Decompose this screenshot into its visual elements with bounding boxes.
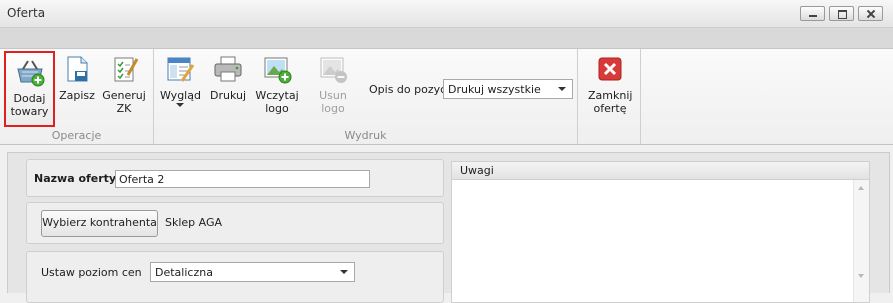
dropdown-arrow-icon bbox=[558, 87, 566, 91]
opis-do-pozycji-label: Opis do pozycji bbox=[369, 83, 453, 96]
generuj-label-2: ZK bbox=[116, 102, 132, 115]
uwagi-textarea[interactable] bbox=[452, 180, 854, 302]
dodaj-label-2: towary bbox=[10, 105, 49, 118]
basket-add-icon bbox=[16, 60, 44, 87]
group-label-wydruk: Wydruk bbox=[344, 129, 387, 142]
image-add-icon bbox=[264, 57, 292, 84]
chevron-down-icon bbox=[176, 103, 184, 107]
wczytaj-logo-button[interactable]: Wczytaj logo bbox=[254, 53, 300, 115]
nazwa-oferty-input[interactable]: Oferta 2 bbox=[115, 170, 370, 188]
ribbon-group-operacje: Dodaj towary Zapisz Generuj ZK Operacje bbox=[0, 49, 154, 144]
kontrahent-panel: Wybierz kontrahenta Sklep AGA bbox=[26, 202, 444, 244]
scroll-up-icon bbox=[858, 186, 864, 190]
poziom-cen-select[interactable]: Detaliczna bbox=[150, 262, 355, 282]
maximize-button[interactable] bbox=[829, 6, 854, 21]
save-icon bbox=[67, 56, 88, 82]
close-window-button[interactable] bbox=[858, 6, 883, 21]
usun-logo-label: Usun logo bbox=[319, 89, 347, 115]
drukuj-button[interactable]: Drukuj bbox=[209, 53, 247, 102]
generuj-label-1: Generuj bbox=[102, 89, 146, 102]
wczytaj-label-2: logo bbox=[265, 102, 289, 115]
nazwa-oferty-label: Nazwa oferty bbox=[34, 172, 117, 185]
drukuj-label: Drukuj bbox=[209, 89, 247, 102]
uwagi-panel: Uwagi bbox=[451, 161, 870, 303]
uwagi-label: Uwagi bbox=[452, 162, 869, 180]
image-remove-icon bbox=[320, 57, 347, 83]
dodaj-towary-button[interactable]: Dodaj towary bbox=[4, 51, 55, 127]
ribbon-group-wydruk: Wygląd Drukuj Wczytaj logo Usun logo Opi… bbox=[154, 49, 578, 144]
minimize-button[interactable] bbox=[800, 6, 825, 21]
ribbon-group-zamknij: Zamknij ofertę bbox=[578, 49, 641, 144]
uwagi-scrollbar[interactable] bbox=[853, 180, 869, 302]
content-area: Nazwa oferty Oferta 2 Wybierz kontrahent… bbox=[7, 152, 890, 303]
scroll-down-icon bbox=[858, 274, 864, 278]
wczytaj-label-1: Wczytaj bbox=[255, 89, 299, 102]
zamknij-label-2: ofertę bbox=[593, 102, 627, 115]
wybierz-kontrahenta-button[interactable]: Wybierz kontrahenta bbox=[41, 210, 158, 237]
poziom-cen-label: Ustaw poziom cen bbox=[41, 266, 142, 279]
ribbon-tab-strip bbox=[0, 28, 893, 49]
wyglad-label: Wygląd bbox=[160, 89, 201, 102]
dropdown-arrow-icon bbox=[340, 270, 348, 274]
generuj-zk-button[interactable]: Generuj ZK bbox=[101, 53, 147, 115]
poziom-cen-value: Detaliczna bbox=[155, 266, 213, 279]
printer-icon bbox=[214, 56, 242, 82]
zapisz-button[interactable]: Zapisz bbox=[58, 53, 96, 102]
window-titlebar: Oferta bbox=[0, 0, 893, 28]
window-title: Oferta bbox=[7, 6, 46, 20]
zamknij-oferte-button[interactable]: Zamknij ofertę bbox=[588, 53, 632, 115]
usun-logo-button[interactable]: Usun logo bbox=[308, 53, 358, 115]
opis-do-pozycji-value: Drukuj wszystkie bbox=[448, 83, 541, 96]
wyglad-button[interactable]: Wygląd bbox=[160, 53, 201, 107]
ribbon: Dodaj towary Zapisz Generuj ZK Operacje bbox=[0, 49, 893, 145]
group-label-operacje: Operacje bbox=[51, 129, 102, 142]
opis-do-pozycji-select[interactable]: Drukuj wszystkie bbox=[443, 79, 573, 99]
dodaj-label-1: Dodaj bbox=[13, 92, 46, 105]
close-red-icon bbox=[598, 57, 622, 81]
zapisz-label: Zapisz bbox=[59, 89, 95, 102]
checklist-icon bbox=[114, 57, 139, 82]
nazwa-oferty-value: Oferta 2 bbox=[119, 173, 165, 186]
nazwa-oferty-panel: Nazwa oferty Oferta 2 bbox=[26, 159, 444, 197]
kontrahent-value: Sklep AGA bbox=[165, 216, 223, 229]
zamknij-label-1: Zamknij bbox=[588, 89, 633, 102]
poziom-cen-panel: Ustaw poziom cen Detaliczna bbox=[26, 251, 444, 303]
layout-pencil-icon bbox=[167, 57, 195, 82]
